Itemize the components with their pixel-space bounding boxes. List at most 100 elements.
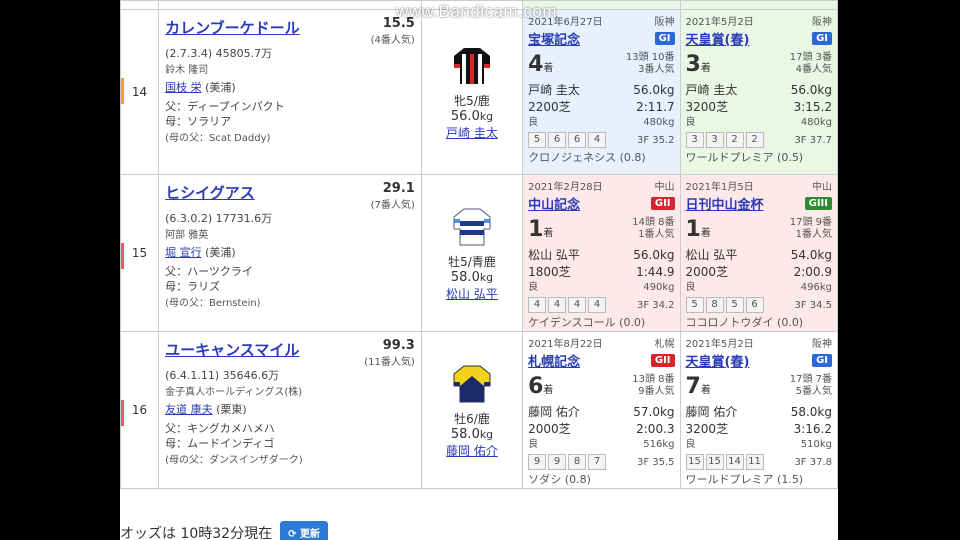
sex-age: 牡6/鹿 [454, 411, 490, 426]
career-record: (2.7.3.4) [165, 47, 213, 60]
field-info: 13頭 8番 9番人気 [632, 374, 675, 397]
grade-badge: GIII [804, 197, 832, 210]
body-weight: 496kg [800, 282, 832, 293]
carried-weight: 58.0kg [450, 269, 493, 285]
sire: 父：キングカメハメハ [165, 422, 275, 435]
race-venue: 札幌 [654, 339, 675, 350]
race-time: 2:00.3 [636, 422, 675, 436]
race-distance: 2000芝 [528, 422, 571, 436]
jockey-link[interactable]: 松山 弘平 [446, 287, 498, 301]
horse-row: 16 ユーキャンスマイル 99.3 (11番人気) (6.4.1.11) 35646.6… [120, 331, 838, 489]
horse-number-cell: 15 [120, 174, 160, 332]
horse-number: 15 [131, 246, 148, 260]
finish-position: 6着 [528, 374, 554, 399]
race-jockey: 戸崎 圭太 [528, 83, 580, 97]
track-condition: 良 [685, 117, 696, 128]
race-winner: ワールドプレミア (1.5) [685, 473, 804, 486]
race-date: 2021年8月22日 [528, 339, 603, 350]
race-jockey: 藤岡 佑介 [528, 405, 580, 419]
trainer-stable: (美浦) [205, 81, 236, 94]
corner-position: 6 [568, 132, 587, 148]
owner: 金子真人ホールディングス(株) [165, 387, 303, 398]
race-weight: 56.0kg [633, 248, 675, 262]
finish-position: 7着 [685, 374, 711, 399]
horse-info-cell: ヒシイグアス 29.1 (7番人気) (6.3.0.2) 17731.6万 阿部 雅英堀… [158, 174, 422, 332]
trainer-stable: (美浦) [205, 246, 236, 259]
last-3f: 3F 37.8 [794, 456, 832, 468]
jockey-silks-icon [450, 362, 494, 406]
grade-badge: GI [812, 354, 832, 367]
trainer-link[interactable]: 堀 宣行 [165, 246, 202, 259]
race-winner: ココロノトウダイ (0.0) [685, 316, 804, 329]
past-race-cell: 2021年2月28日 中山 中山記念 GII 1着 14頭 8番 1番人気 松山 弘平 56.0… [522, 174, 681, 332]
corner-position: 7 [588, 454, 607, 470]
race-jockey: 藤岡 佑介 [685, 405, 738, 419]
track-condition: 良 [528, 439, 539, 450]
odds-value: 29.1 [382, 181, 415, 196]
last-3f: 3F 34.5 [794, 299, 832, 311]
odds: 99.3 (11番人気) [364, 338, 415, 368]
jockey-cell: 牝5/鹿 56.0kg 戸崎 圭太 [420, 9, 524, 175]
trainer-link[interactable]: 友道 康夫 [165, 403, 213, 416]
horse-name-link[interactable]: カレンブーケドール [165, 17, 300, 38]
race-date: 2021年5月2日 [685, 17, 754, 28]
field-info: 17頭 3番 4番人気 [789, 52, 832, 75]
corner-position: 4 [588, 297, 607, 313]
odds: 29.1 (7番人気) [371, 181, 415, 211]
carried-weight: 58.0kg [450, 426, 493, 442]
finish-position: 1着 [685, 217, 711, 242]
corner-position: 6 [548, 132, 567, 148]
past-race-cell: 2021年6月27日 阪神 宝塚記念 GI 4着 13頭 10番 3番人気 戸崎 圭太 56.0… [522, 9, 681, 175]
race-time: 1:44.9 [636, 265, 675, 279]
body-weight: 516kg [643, 439, 675, 450]
race-time: 3:15.2 [793, 100, 832, 114]
race-weight: 57.0kg [633, 405, 675, 419]
sire: 父：ディープインパクト [165, 100, 285, 113]
corner-positions: 3 3 2 2 3F 37.7 [681, 130, 837, 150]
race-venue: 中山 [654, 182, 675, 193]
jockey-link[interactable]: 藤岡 佑介 [446, 444, 498, 458]
corner-position: 4 [568, 297, 587, 313]
refresh-button[interactable]: ⟳ 更新 [280, 521, 328, 540]
race-winner: ワールドプレミア (0.5) [685, 151, 804, 164]
body-weight: 480kg [643, 117, 675, 128]
recorder-watermark: www.Bandicam.com [396, 2, 558, 21]
odds-footer: オッズは 10時32分現在 ⟳ 更新 [120, 521, 328, 540]
horse-info-cell: カレンブーケドール 15.5 (4番人気) (2.7.3.4) 45805.7万 鈴木 … [158, 9, 422, 175]
horse-number-cell: 16 [120, 331, 160, 489]
horse-number: 16 [131, 403, 148, 417]
race-weight: 56.0kg [633, 83, 675, 97]
horse-row: 14 カレンブーケドール 15.5 (4番人気) (2.7.3.4) 45805.7万鈴… [120, 9, 838, 175]
earnings: 17731.6万 [215, 212, 273, 225]
horse-name-link[interactable]: ヒシイグアス [165, 182, 255, 203]
race-time: 2:11.7 [636, 100, 675, 114]
trainer-stable: (栗東) [216, 403, 247, 416]
grade-badge: GII [650, 354, 675, 367]
corner-position: 8 [705, 297, 724, 313]
grade-badge: GII [650, 197, 675, 210]
horse-name-link[interactable]: ユーキャンスマイル [165, 339, 299, 360]
past-race-cell: 2021年5月2日 阪神 天皇賞(春) GI 3着 17頭 3番 4番人気 戸崎 圭太 56.0… [679, 9, 838, 175]
jockey-link[interactable]: 戸崎 圭太 [446, 126, 498, 140]
corner-positions: 9 9 8 7 3F 35.5 [523, 452, 679, 472]
damsire: (母の父：Bernstein) [165, 298, 261, 309]
race-winner: ケイデンスコール (0.0) [528, 316, 646, 329]
race-weight: 58.0kg [790, 405, 832, 419]
race-jockey: 松山 弘平 [528, 248, 580, 262]
corner-position: 14 [725, 454, 744, 470]
body-weight: 480kg [800, 117, 832, 128]
race-venue: 中山 [812, 182, 832, 193]
grade-badge: GI [812, 32, 832, 45]
odds-timestamp: オッズは 10時32分現在 [120, 525, 273, 540]
corner-position: 4 [588, 132, 607, 148]
corner-position: 9 [528, 454, 547, 470]
owner: 阿部 雅英 [165, 230, 209, 241]
earnings: 35646.6万 [222, 369, 280, 382]
trainer-link[interactable]: 国枝 栄 [165, 81, 202, 94]
owner: 鈴木 隆司 [165, 65, 209, 76]
race-weight: 54.0kg [790, 248, 832, 262]
race-venue: 阪神 [812, 339, 832, 350]
corner-positions: 15 15 14 11 3F 37.8 [681, 452, 837, 472]
track-condition: 良 [528, 117, 539, 128]
field-info: 17頭 9番 1番人気 [789, 217, 832, 240]
